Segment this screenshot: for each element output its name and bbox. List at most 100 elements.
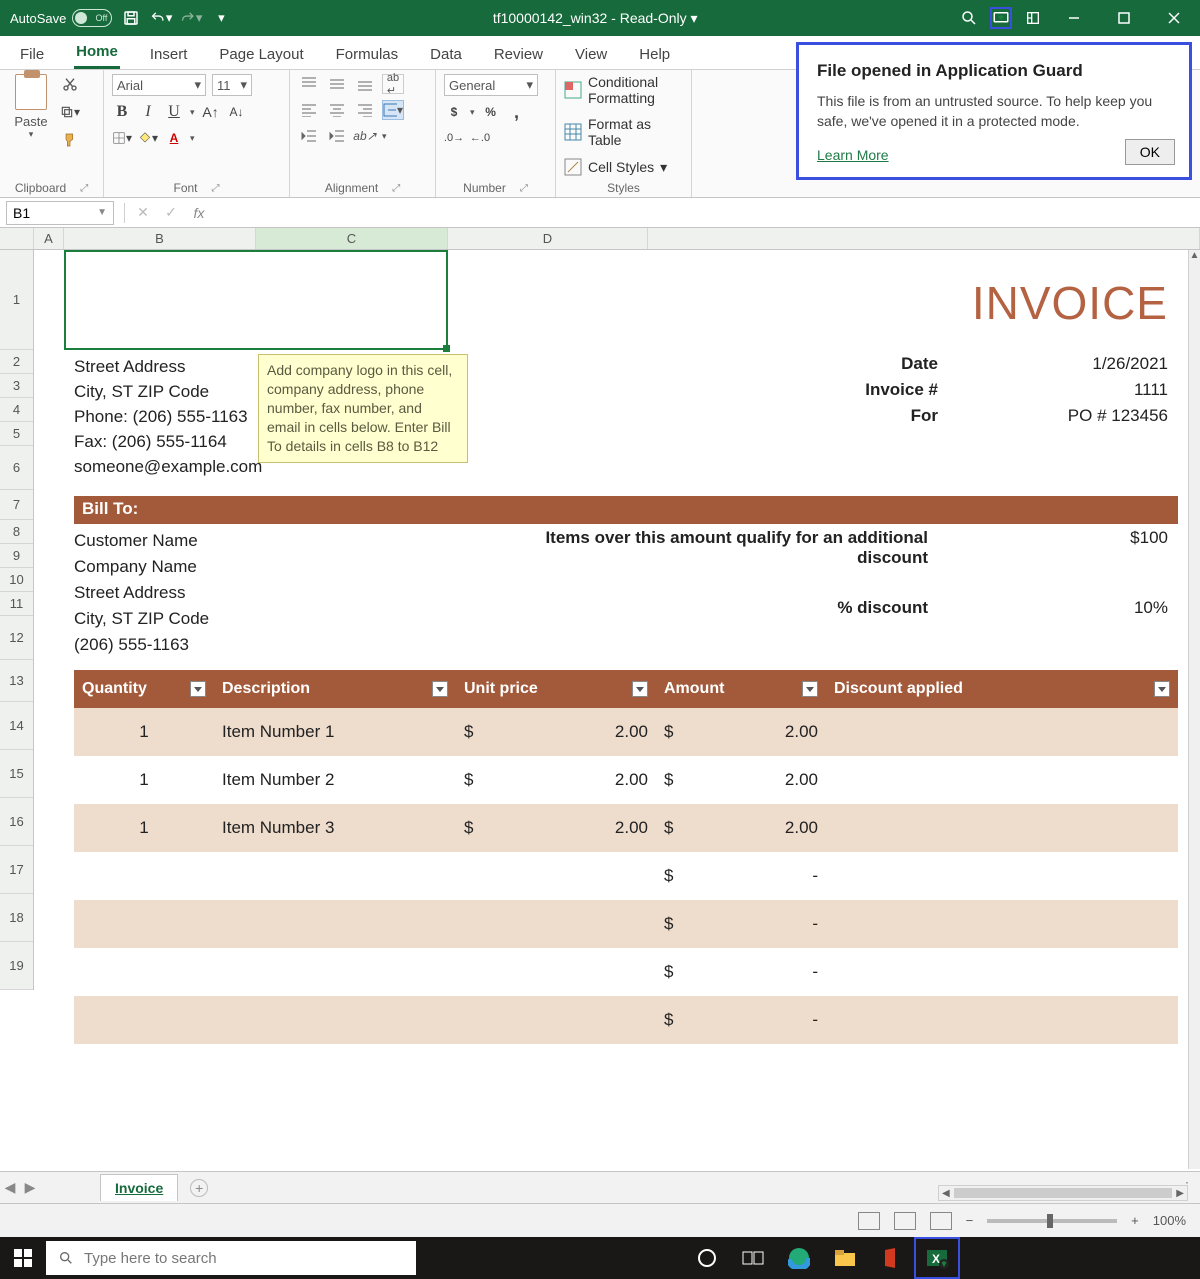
row-14[interactable]: 14 bbox=[0, 702, 33, 750]
format-as-table-button[interactable]: Format as Table bbox=[564, 116, 683, 148]
cell-styles-button[interactable]: Cell Styles ▾ bbox=[564, 158, 683, 176]
row-19[interactable]: 19 bbox=[0, 942, 33, 990]
filter-unitprice-icon[interactable] bbox=[632, 681, 648, 697]
align-center-icon[interactable] bbox=[326, 100, 348, 120]
align-bottom-icon[interactable] bbox=[354, 74, 376, 94]
page-break-view-icon[interactable] bbox=[930, 1212, 952, 1230]
wrap-text-icon[interactable]: ab↵ bbox=[382, 74, 404, 94]
number-format-select[interactable]: General▾ bbox=[444, 74, 538, 96]
align-left-icon[interactable] bbox=[298, 100, 320, 120]
row-18[interactable]: 18 bbox=[0, 894, 33, 942]
format-painter-icon[interactable] bbox=[60, 130, 80, 150]
decrease-indent-icon[interactable] bbox=[298, 126, 320, 146]
borders-icon[interactable]: ▾ bbox=[112, 128, 132, 148]
tab-help[interactable]: Help bbox=[637, 40, 672, 69]
row-4[interactable]: 4 bbox=[0, 398, 33, 422]
name-box[interactable]: B1▼ bbox=[6, 201, 114, 225]
tab-page-layout[interactable]: Page Layout bbox=[217, 40, 305, 69]
table-row[interactable]: $- bbox=[74, 852, 1178, 900]
start-button[interactable] bbox=[0, 1237, 46, 1279]
percent-icon[interactable]: % bbox=[481, 102, 501, 122]
copy-icon[interactable]: ▾ bbox=[60, 102, 80, 122]
orientation-icon[interactable]: ab↗ bbox=[354, 126, 376, 146]
font-launcher-icon[interactable]: ⤢ bbox=[212, 183, 220, 194]
row-3[interactable]: 3 bbox=[0, 374, 33, 398]
taskbar-search[interactable]: Type here to search bbox=[46, 1241, 416, 1275]
col-d[interactable]: D bbox=[448, 228, 648, 249]
sheet-tab-invoice[interactable]: Invoice bbox=[100, 1174, 178, 1201]
col-b[interactable]: B bbox=[64, 228, 256, 249]
comma-icon[interactable]: , bbox=[507, 102, 527, 122]
align-middle-icon[interactable] bbox=[326, 74, 348, 94]
increase-indent-icon[interactable] bbox=[326, 126, 348, 146]
align-top-icon[interactable] bbox=[298, 74, 320, 94]
normal-view-icon[interactable] bbox=[858, 1212, 880, 1230]
minimize-button[interactable] bbox=[1054, 0, 1094, 36]
filter-description-icon[interactable] bbox=[432, 681, 448, 697]
filter-amount-icon[interactable] bbox=[802, 681, 818, 697]
file-explorer-icon[interactable] bbox=[822, 1237, 868, 1279]
tab-data[interactable]: Data bbox=[428, 40, 464, 69]
enter-icon[interactable]: ✓ bbox=[157, 204, 185, 221]
row-15[interactable]: 15 bbox=[0, 750, 33, 798]
row-8[interactable]: 8 bbox=[0, 520, 33, 544]
tab-review[interactable]: Review bbox=[492, 40, 545, 69]
row-9[interactable]: 9 bbox=[0, 544, 33, 568]
row-11[interactable]: 11 bbox=[0, 592, 33, 616]
tab-formulas[interactable]: Formulas bbox=[334, 40, 401, 69]
row-1[interactable]: 1 bbox=[0, 250, 33, 350]
zoom-out-button[interactable]: − bbox=[966, 1213, 974, 1228]
currency-icon[interactable]: $ bbox=[444, 102, 464, 122]
maximize-button[interactable] bbox=[1104, 0, 1144, 36]
cut-icon[interactable] bbox=[60, 74, 80, 94]
redo-icon[interactable]: ▾ bbox=[180, 7, 202, 29]
font-name-select[interactable]: Arial▾ bbox=[112, 74, 206, 96]
row-6[interactable]: 6 bbox=[0, 446, 33, 490]
decrease-decimal-icon[interactable]: ←.0 bbox=[470, 128, 490, 148]
page-layout-view-icon[interactable] bbox=[894, 1212, 916, 1230]
sheet-nav-next-icon[interactable]: ▶ bbox=[20, 1179, 40, 1196]
clipboard-launcher-icon[interactable]: ⤢ bbox=[80, 183, 88, 194]
underline-button[interactable]: U bbox=[164, 102, 184, 122]
tab-insert[interactable]: Insert bbox=[148, 40, 190, 69]
save-icon[interactable] bbox=[120, 7, 142, 29]
close-button[interactable] bbox=[1154, 0, 1194, 36]
search-icon[interactable] bbox=[958, 7, 980, 29]
add-sheet-icon[interactable]: + bbox=[190, 1179, 208, 1197]
font-color-icon[interactable]: A bbox=[164, 128, 184, 148]
fx-icon[interactable]: fx bbox=[185, 205, 213, 221]
horizontal-scrollbar[interactable]: ◀▶ bbox=[938, 1185, 1188, 1201]
row-5[interactable]: 5 bbox=[0, 422, 33, 446]
merge-center-icon[interactable]: ▾ bbox=[382, 100, 404, 120]
tab-home[interactable]: Home bbox=[74, 37, 120, 69]
row-7[interactable]: 7 bbox=[0, 490, 33, 520]
cortana-icon[interactable] bbox=[684, 1237, 730, 1279]
number-launcher-icon[interactable]: ⤢ bbox=[520, 183, 528, 194]
alignment-launcher-icon[interactable]: ⤢ bbox=[392, 183, 400, 194]
sheet-nav-prev-icon[interactable]: ◀ bbox=[0, 1179, 20, 1196]
bold-button[interactable]: B bbox=[112, 102, 132, 122]
qat-customize-icon[interactable]: ▾ bbox=[210, 7, 232, 29]
decrease-font-icon[interactable]: A↓ bbox=[227, 102, 247, 122]
cancel-icon[interactable]: ✕ bbox=[129, 204, 157, 221]
task-view-icon[interactable] bbox=[730, 1237, 776, 1279]
table-row[interactable]: 1Item Number 2$2.00$2.00 bbox=[74, 756, 1178, 804]
worksheet-grid[interactable]: 1 2 3 4 5 6 7 8 9 10 11 12 13 14 15 16 1… bbox=[0, 250, 1188, 1169]
filter-quantity-icon[interactable] bbox=[190, 681, 206, 697]
table-row[interactable]: $- bbox=[74, 996, 1178, 1044]
autosave-toggle[interactable]: AutoSave Off bbox=[10, 9, 112, 27]
row-16[interactable]: 16 bbox=[0, 798, 33, 846]
table-row[interactable]: $- bbox=[74, 948, 1178, 996]
row-17[interactable]: 17 bbox=[0, 846, 33, 894]
increase-decimal-icon[interactable]: .0→ bbox=[444, 128, 464, 148]
ribbon-display-icon[interactable] bbox=[1022, 7, 1044, 29]
table-row[interactable]: 1Item Number 3$2.00$2.00 bbox=[74, 804, 1178, 852]
row-12[interactable]: 12 bbox=[0, 616, 33, 660]
fill-color-icon[interactable]: ▾ bbox=[138, 128, 158, 148]
increase-font-icon[interactable]: A↑ bbox=[201, 102, 221, 122]
ok-button[interactable]: OK bbox=[1125, 139, 1175, 165]
active-cell-b1[interactable] bbox=[64, 250, 448, 350]
edge-icon[interactable] bbox=[776, 1237, 822, 1279]
col-c[interactable]: C bbox=[256, 228, 448, 249]
tab-file[interactable]: File bbox=[18, 40, 46, 69]
